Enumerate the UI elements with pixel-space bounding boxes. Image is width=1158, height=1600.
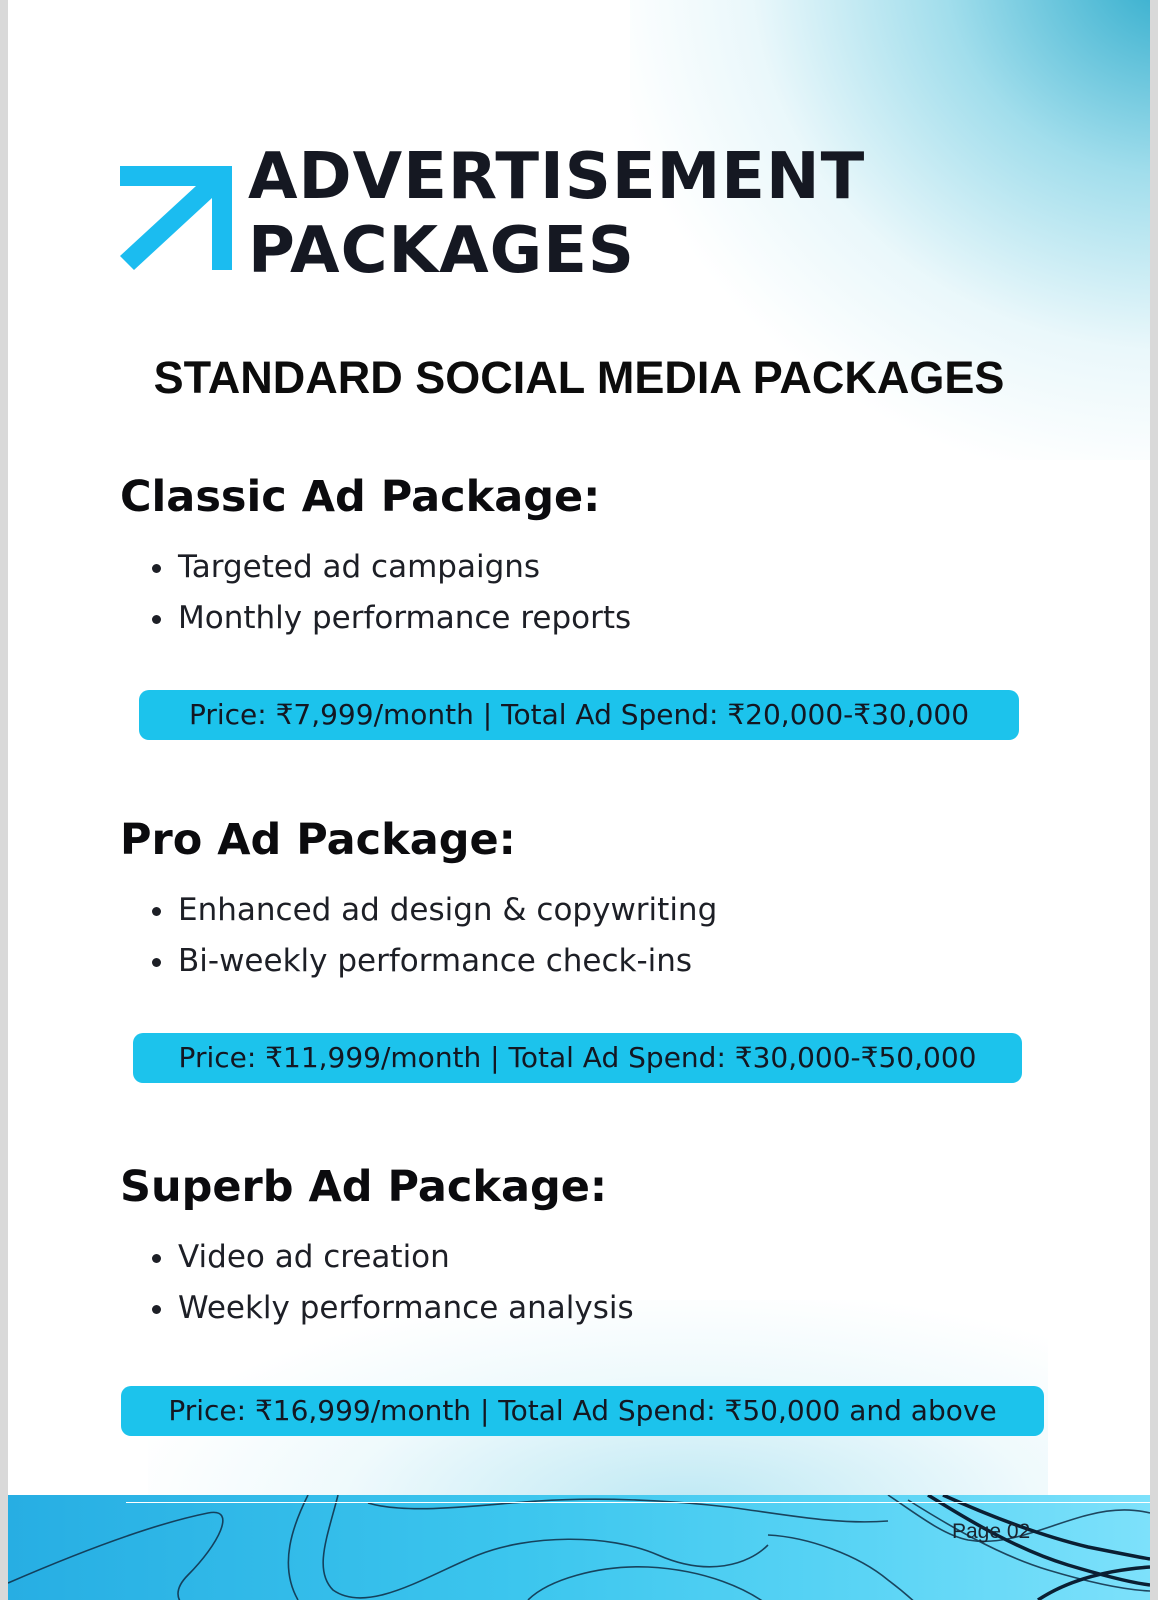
- page-title-line-1: ADVERTISEMENT: [248, 140, 866, 214]
- wave-lines-decoration: [8, 1495, 1150, 1600]
- page-number: Page 02: [952, 1520, 1031, 1543]
- package-classic: Classic Ad Package: Targeted ad campaign…: [120, 472, 631, 644]
- feature-item: Video ad creation: [120, 1232, 634, 1283]
- page-footer: Page 02: [8, 1495, 1150, 1600]
- footer-divider: [126, 1502, 1150, 1503]
- feature-list: Video ad creation Weekly performance ana…: [120, 1232, 634, 1334]
- feature-item: Enhanced ad design & copywriting: [120, 885, 717, 936]
- document-page: ADVERTISEMENT PACKAGES STANDARD SOCIAL M…: [8, 0, 1150, 1600]
- package-title: Pro Ad Package:: [120, 815, 516, 865]
- section-subtitle: STANDARD SOCIAL MEDIA PACKAGES: [153, 352, 1005, 403]
- package-title: Classic Ad Package:: [120, 472, 601, 522]
- package-title: Superb Ad Package:: [120, 1162, 608, 1212]
- page-title-line-2: PACKAGES: [248, 214, 635, 288]
- package-superb: Superb Ad Package: Video ad creation Wee…: [120, 1162, 634, 1334]
- price-bar-pro: Price: ₹11,999/month | Total Ad Spend: ₹…: [133, 1033, 1022, 1083]
- feature-list: Enhanced ad design & copywriting Bi-week…: [120, 885, 717, 987]
- feature-item: Targeted ad campaigns: [120, 542, 631, 593]
- package-pro: Pro Ad Package: Enhanced ad design & cop…: [120, 815, 717, 987]
- feature-item: Weekly performance analysis: [120, 1283, 634, 1334]
- price-bar-classic: Price: ₹7,999/month | Total Ad Spend: ₹2…: [139, 690, 1019, 740]
- feature-item: Bi-weekly performance check-ins: [120, 936, 717, 987]
- feature-item: Monthly performance reports: [120, 593, 631, 644]
- feature-list: Targeted ad campaigns Monthly performanc…: [120, 542, 631, 644]
- price-bar-superb: Price: ₹16,999/month | Total Ad Spend: ₹…: [121, 1386, 1044, 1436]
- arrow-up-right-icon: [120, 166, 232, 270]
- page-title: ADVERTISEMENT PACKAGES: [248, 140, 865, 288]
